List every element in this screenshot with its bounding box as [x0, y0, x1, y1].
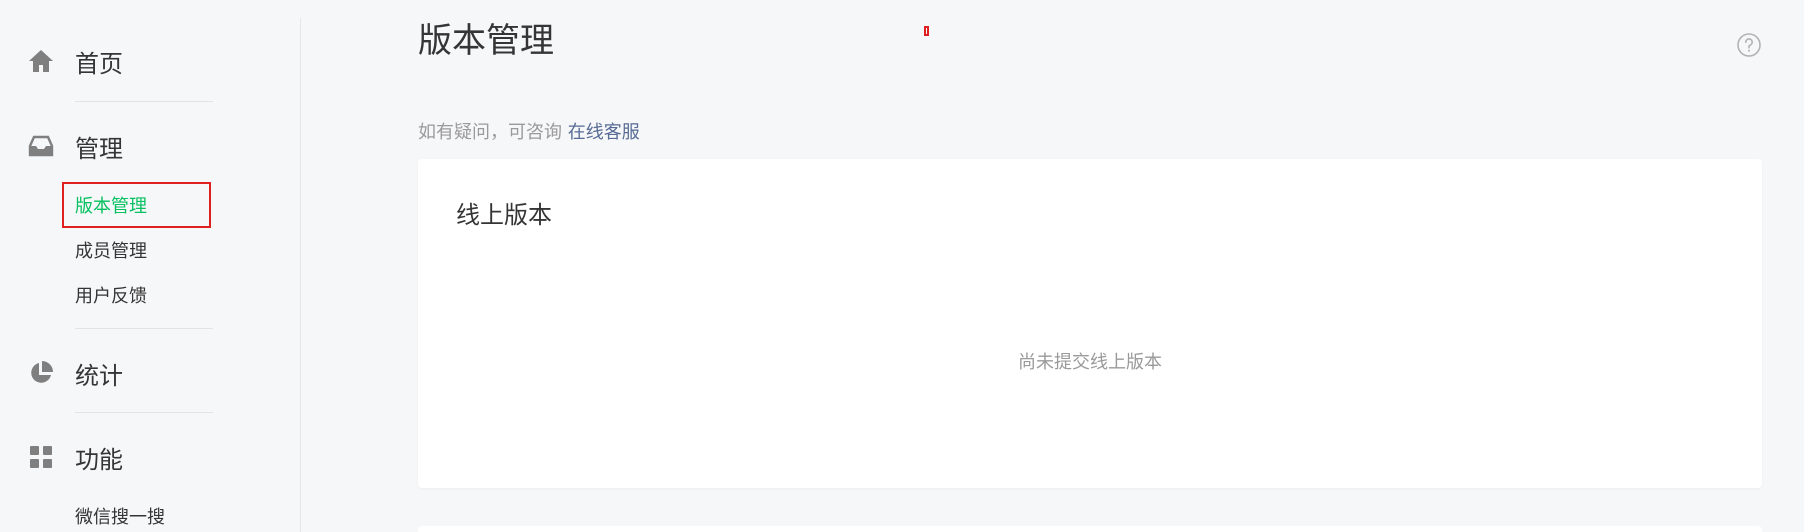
app-window: 首页 管理 版本管理 成员管理 用户反馈 统计 功能 微信搜一搜 版本管理 如有… — [0, 0, 1804, 532]
sidebar-group-manage[interactable]: 管理 — [27, 129, 123, 163]
sidebar-item-version-manage[interactable]: 版本管理 — [75, 195, 147, 219]
sidebar-item-label: 首页 — [75, 49, 123, 78]
card-title: 线上版本 — [456, 201, 552, 229]
home-icon — [27, 47, 55, 75]
sidebar-group-features[interactable]: 功能 — [27, 440, 123, 474]
page-title: 版本管理 — [418, 21, 554, 61]
inbox-icon — [27, 132, 55, 160]
sidebar-item-user-feedback[interactable]: 用户反馈 — [75, 285, 147, 309]
sidebar: 首页 管理 版本管理 成员管理 用户反馈 统计 功能 微信搜一搜 — [0, 0, 300, 532]
empty-state-text: 尚未提交线上版本 — [1018, 352, 1162, 373]
divider — [75, 412, 213, 413]
sidebar-item-wechat-search[interactable]: 微信搜一搜 — [75, 506, 165, 530]
sidebar-item-label: 统计 — [75, 361, 123, 390]
sidebar-group-label: 管理 — [75, 134, 123, 163]
sidebar-item-home[interactable]: 首页 — [27, 44, 123, 78]
sidebar-group-label: 功能 — [75, 445, 123, 474]
sidebar-item-stats[interactable]: 统计 — [27, 356, 123, 390]
notice-text: 如有疑问，可咨询 — [418, 122, 562, 143]
pie-chart-icon — [27, 359, 55, 387]
help-icon[interactable] — [1737, 33, 1761, 57]
online-version-card: 线上版本 尚未提交线上版本 — [418, 159, 1762, 488]
help-notice: 如有疑问，可咨询 在线客服 — [418, 120, 640, 146]
divider — [75, 328, 213, 329]
grid-icon — [27, 443, 55, 471]
divider — [75, 101, 213, 102]
sidebar-item-member-manage[interactable]: 成员管理 — [75, 240, 147, 264]
sidebar-border — [300, 18, 301, 532]
next-card — [418, 526, 1762, 532]
annotation-marker — [924, 26, 929, 36]
online-support-link[interactable]: 在线客服 — [568, 122, 640, 143]
